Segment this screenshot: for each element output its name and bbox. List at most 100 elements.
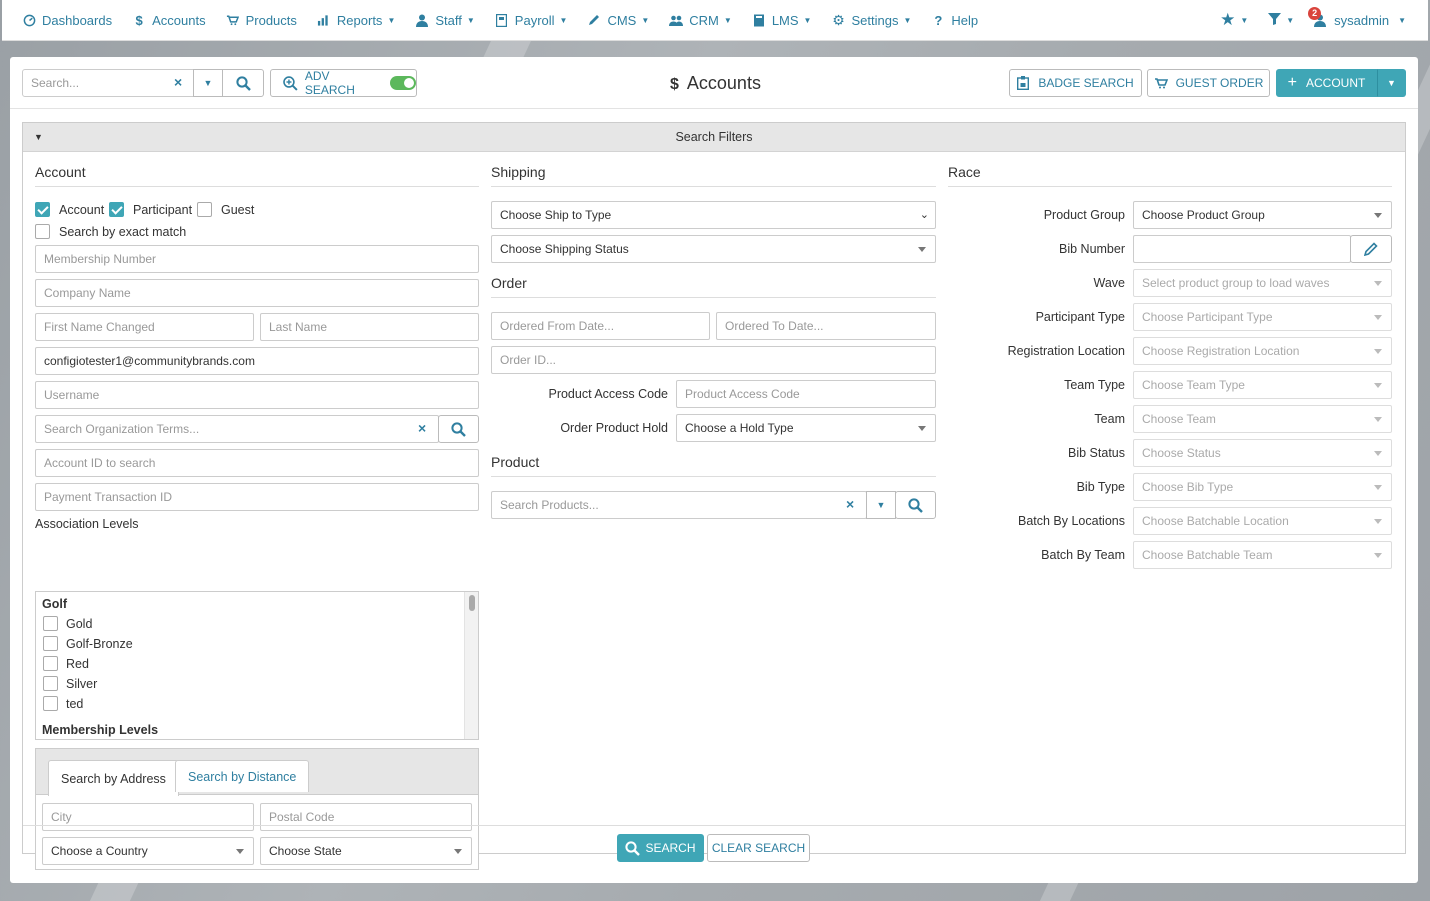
adv-search-toggle[interactable] [390,76,417,90]
bib-number-input[interactable] [1133,235,1351,263]
quick-search-button[interactable] [222,69,264,97]
ship-to-type-select[interactable]: Choose Ship to Type ⌄ [491,201,936,229]
nav-help[interactable]: ? Help [921,0,988,41]
page-title: $ Accounts [670,73,761,94]
nav-crm-label: CRM [689,12,719,28]
city-input[interactable]: City [42,803,254,831]
nav-reports[interactable]: Reports ▼ [307,0,405,41]
search-filters-header[interactable]: ▼ Search Filters [23,123,1405,152]
company-name-input[interactable]: Company Name [35,279,479,307]
team-type-value: Choose Team Type [1142,378,1245,392]
team-label: Team [1094,412,1125,426]
nav-accounts[interactable]: $ Accounts [122,0,215,41]
state-select[interactable]: Choose State [260,837,472,865]
account-id-input[interactable]: Account ID to search [35,449,479,477]
nav-products[interactable]: Products [216,0,307,41]
search-dropdown-button[interactable]: ▼ [193,69,223,97]
bib-number-edit-button[interactable] [1350,235,1392,263]
product-group-select[interactable]: Choose Product Group [1133,201,1392,229]
team-type-select[interactable]: Choose Team Type [1133,371,1392,399]
guest-order-button[interactable]: GUEST ORDER [1147,69,1270,97]
assoc-item-label: ted [66,697,84,711]
product-search-button[interactable] [895,491,936,519]
assoc-checkbox-golf-bronze[interactable] [43,636,58,651]
collapse-triangle-icon[interactable]: ▼ [34,123,43,152]
favorites-menu[interactable]: ★ ▼ [1210,0,1258,41]
last-name-input[interactable]: Last Name [260,313,479,341]
clear-product-search-icon[interactable]: × [846,496,854,512]
payment-transaction-input[interactable]: Payment Transaction ID [35,483,479,511]
bib-type-label: Bib Type [1076,480,1125,494]
nav-accounts-label: Accounts [152,12,206,28]
team-select[interactable]: Choose Team [1133,405,1392,433]
nav-payroll[interactable]: Payroll ▼ [485,0,578,41]
registration-location-select[interactable]: Choose Registration Location [1133,337,1392,365]
assoc-checkbox-red[interactable] [43,656,58,671]
nav-reports-label: Reports [336,12,383,28]
org-terms-input[interactable]: Search Organization Terms... [35,415,439,443]
participant-type-select[interactable]: Choose Participant Type [1133,303,1392,331]
org-terms-search-button[interactable] [438,415,479,443]
order-id-placeholder: Order ID... [500,353,557,367]
membership-number-placeholder: Membership Number [44,252,157,266]
hold-type-select[interactable]: Choose a Hold Type [676,414,936,442]
country-select[interactable]: Choose a Country [42,837,254,865]
postal-code-input[interactable]: Postal Code [260,803,472,831]
participant-checkbox[interactable] [109,202,124,217]
wave-select[interactable]: Select product group to load waves [1133,269,1392,297]
add-account-dropdown[interactable]: ▼ [1377,69,1406,97]
tab-search-by-address[interactable]: Search by Address [48,760,179,796]
gear-icon: ⚙ [832,11,845,28]
first-name-input[interactable]: First Name Changed [35,313,254,341]
quick-search-input[interactable]: Search... [22,69,194,97]
badge-search-button[interactable]: BADGE SEARCH [1009,69,1142,97]
tab-search-by-distance[interactable]: Search by Distance [175,760,310,792]
ordered-from-date-input[interactable]: Ordered From Date... [491,312,710,340]
username-input[interactable]: Username [35,381,479,409]
list-scrollbar[interactable] [464,592,478,739]
nav-crm[interactable]: CRM ▼ [659,0,742,41]
nav-lms[interactable]: LMS ▼ [742,0,822,41]
person-icon [415,13,429,27]
nav-dashboards[interactable]: Dashboards [2,0,122,41]
nav-settings[interactable]: ⚙ Settings ▼ [821,0,921,41]
nav-staff[interactable]: Staff ▼ [405,0,484,41]
order-id-input[interactable]: Order ID... [491,346,936,374]
clear-search-button[interactable]: CLEAR SEARCH [707,834,810,862]
guest-checkbox[interactable] [197,202,212,217]
assoc-checkbox-ted[interactable] [43,696,58,711]
product-access-code-input[interactable]: Product Access Code [676,380,936,408]
pencil-icon [587,13,601,27]
batch-by-locations-select[interactable]: Choose Batchable Location [1133,507,1392,535]
team-value: Choose Team [1142,412,1216,426]
pencil-icon [1364,242,1378,256]
assoc-checkbox-silver[interactable] [43,676,58,691]
tab-search-by-address-label: Search by Address [61,771,166,786]
bib-type-select[interactable]: Choose Bib Type [1133,473,1392,501]
batch-by-team-select[interactable]: Choose Batchable Team [1133,541,1392,569]
user-menu[interactable]: 2 sysadmin ▼ [1304,0,1428,41]
adv-search-button[interactable]: ADV SEARCH [270,69,417,97]
product-group-label: Product Group [1043,208,1125,222]
clear-search-icon[interactable]: × [174,74,182,90]
add-account-button[interactable]: + ACCOUNT [1276,69,1377,97]
caret-down-icon: ▼ [203,78,213,88]
badge-search-label: BADGE SEARCH [1038,76,1134,90]
search-button[interactable]: SEARCH [617,834,704,862]
account-checkbox[interactable] [35,202,50,217]
registration-location-label: Registration Location [1007,344,1125,358]
shipping-status-select[interactable]: Choose Shipping Status [491,235,936,263]
product-search-dropdown[interactable]: ▼ [866,491,896,519]
association-levels-list[interactable]: Golf Gold Golf-Bronze Red Silver ted Mem… [35,591,479,740]
email-input[interactable]: configiotester1@communitybrands.com [35,347,479,375]
ordered-to-date-input[interactable]: Ordered To Date... [716,312,936,340]
filter-menu[interactable]: ▼ [1258,0,1304,41]
clear-org-terms-icon[interactable]: × [418,420,426,436]
exact-match-checkbox[interactable] [35,224,50,239]
membership-number-input[interactable]: Membership Number [35,245,479,273]
nav-cms[interactable]: CMS ▼ [577,0,659,41]
product-search-input[interactable]: Search Products... [491,491,867,519]
hold-type-value: Choose a Hold Type [685,421,794,435]
assoc-checkbox-gold[interactable] [43,616,58,631]
bib-status-select[interactable]: Choose Status [1133,439,1392,467]
